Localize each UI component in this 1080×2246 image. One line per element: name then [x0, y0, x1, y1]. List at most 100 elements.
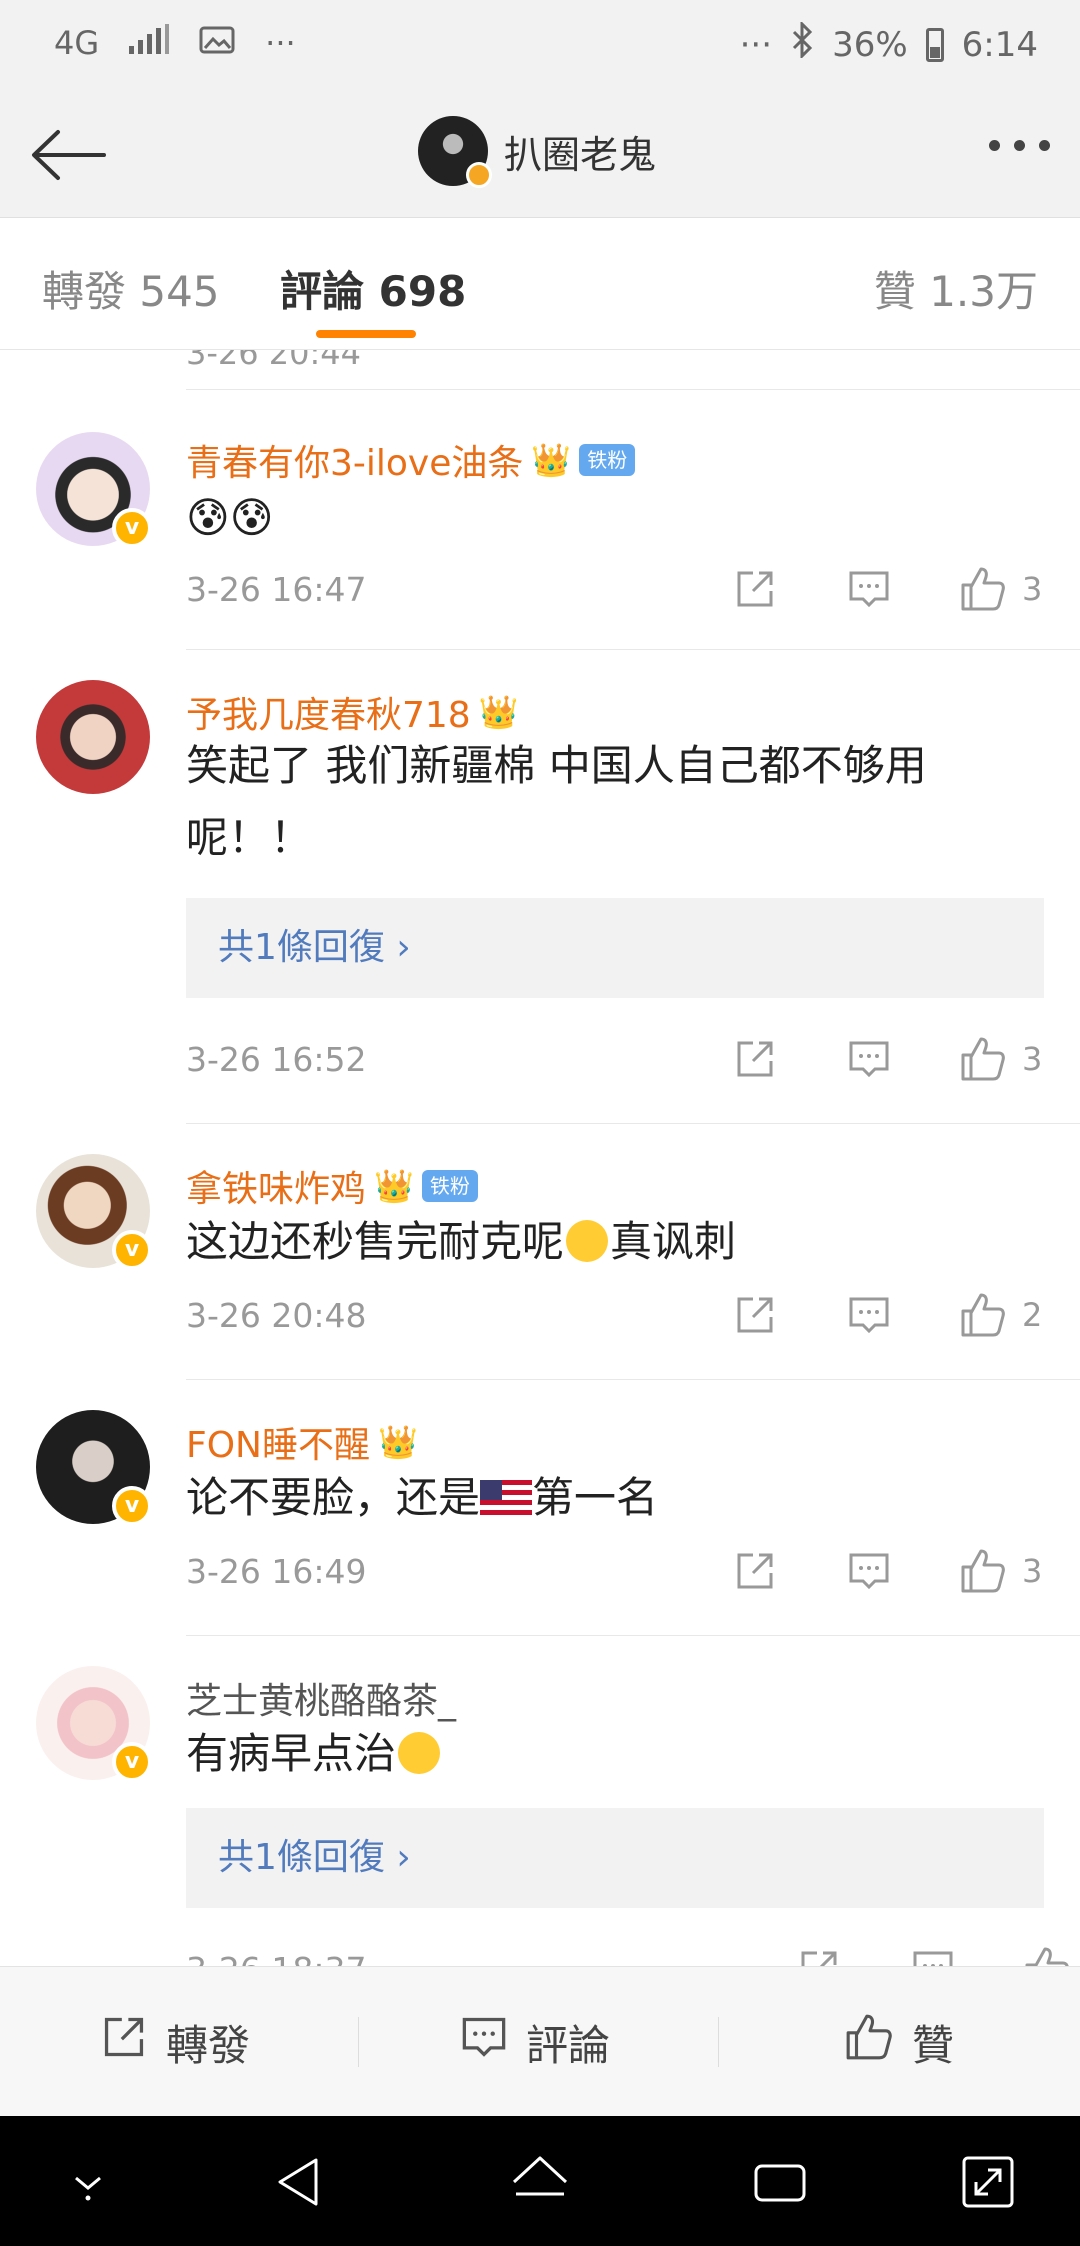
- thinking-emoji-icon: [398, 1732, 441, 1774]
- comment-button[interactable]: 評論: [460, 1967, 610, 2117]
- more-notifications: ···: [265, 24, 296, 62]
- like-icon: [844, 2012, 894, 2072]
- comment-text: 😰😰: [186, 493, 274, 542]
- comment-icon[interactable]: [844, 1546, 894, 1596]
- comment-icon[interactable]: [844, 1034, 894, 1084]
- comment-label: 評論: [526, 2020, 611, 2070]
- like-label: 贊: [912, 2020, 955, 2070]
- like-count: 3: [1022, 570, 1043, 608]
- avatar[interactable]: v: [36, 1410, 152, 1526]
- page-title: 扒圈老鬼: [504, 132, 657, 177]
- fan-badge: 铁粉: [421, 1170, 478, 1202]
- navigation-bar: 扒圈老鬼: [0, 92, 1080, 218]
- comment-actions: [730, 1944, 1072, 1966]
- battery-icon: [925, 27, 944, 62]
- like-icon[interactable]: [1022, 1944, 1072, 1966]
- avatar[interactable]: [36, 680, 150, 794]
- verified-badge-icon: v: [112, 1486, 152, 1526]
- comment-actions: 3: [666, 1546, 1042, 1596]
- share-icon: [100, 2013, 148, 2071]
- like-button[interactable]: 贊: [844, 1967, 954, 2117]
- clock: 6:14: [961, 24, 1038, 65]
- comment-text: 论不要脸，还是 第一名: [186, 1473, 659, 1522]
- comment-username[interactable]: FON睡不醒 👑: [186, 1416, 418, 1468]
- expand-icon[interactable]: [958, 2152, 1018, 2212]
- avatar[interactable]: v: [36, 1154, 152, 1270]
- verified-badge-icon: v: [112, 1742, 152, 1782]
- share-icon[interactable]: [730, 1546, 780, 1596]
- comment-date: 3-26 20:48: [186, 1296, 367, 1335]
- status-bar: 4G ··· ··· 36% 6:14: [0, 0, 1080, 92]
- comment-item: v 拿铁味炸鸡 👑 铁粉 这边还秒售完耐克呢 真讽刺 3-26 20:48 2: [0, 1124, 1080, 1380]
- comment-feed[interactable]: 3-26 20:44 v 青春有你3-ilove油条 👑 铁粉 😰😰 3-26 …: [0, 350, 1080, 1966]
- like-icon[interactable]: [958, 1546, 1008, 1596]
- comment-icon[interactable]: [908, 1944, 958, 1966]
- home-icon[interactable]: [510, 2152, 570, 2212]
- like-count: 2: [1022, 1296, 1043, 1334]
- us-flag-icon: [480, 1480, 533, 1516]
- tab-reposts[interactable]: 轉發 545: [42, 258, 220, 319]
- more-options-icon[interactable]: [989, 140, 1050, 151]
- more-status: ···: [739, 24, 773, 65]
- crown-icon: 👑: [374, 1167, 414, 1205]
- tab-likes[interactable]: 贊 1.3万: [874, 258, 1038, 319]
- like-icon[interactable]: [958, 564, 1008, 614]
- like-count: 3: [1022, 1552, 1043, 1590]
- like-icon[interactable]: [958, 1290, 1008, 1340]
- crown-icon: 👑: [478, 693, 519, 731]
- like-count: 3: [1022, 1040, 1043, 1078]
- comment-text: 笑起了 我们新疆棉 中国人自己都不够用呢！！: [186, 741, 927, 862]
- active-tab-indicator: [316, 330, 416, 338]
- share-icon[interactable]: [794, 1944, 844, 1966]
- view-replies-link[interactable]: 共1條回復 ›: [186, 898, 1044, 998]
- avatar[interactable]: v: [36, 432, 152, 548]
- share-icon[interactable]: [730, 564, 780, 614]
- previous-comment-footer: 3-26 20:44: [186, 350, 1080, 390]
- back-arrow-icon[interactable]: [28, 120, 108, 190]
- comment-actions: 3: [666, 1034, 1042, 1084]
- comment-item: v 芝士黄桃酪酪茶_ 有病早点治 共1條回復 › 3-26 18:37: [0, 1636, 1080, 1966]
- crown-icon: 👑: [377, 1423, 418, 1461]
- verified-badge-icon: v: [112, 508, 152, 548]
- comment-icon: [460, 2013, 508, 2071]
- battery-percent: 36%: [832, 24, 908, 65]
- system-navigation-bar: [0, 2116, 1080, 2246]
- like-icon[interactable]: [958, 1034, 1008, 1084]
- comment-item: v FON睡不醒 👑 论不要脸，还是 第一名 3-26 16:49 3: [0, 1380, 1080, 1636]
- comment-icon[interactable]: [844, 564, 894, 614]
- network-indicator: 4G: [54, 24, 100, 62]
- comment-actions: 2: [666, 1290, 1042, 1340]
- comment-username[interactable]: 青春有你3-ilove油条 👑 铁粉: [186, 434, 636, 486]
- comment-item: 予我几度春秋718 👑 笑起了 我们新疆棉 中国人自己都不够用呢！！ 共1條回復…: [0, 650, 1080, 1124]
- verified-badge-icon: [466, 162, 492, 188]
- comment-date: 3-26 16:52: [186, 1040, 367, 1079]
- share-icon[interactable]: [730, 1290, 780, 1340]
- comment-date: 3-26 18:37: [186, 1950, 367, 1966]
- author-avatar[interactable]: [418, 116, 492, 188]
- hide-keyboard-icon[interactable]: [58, 2152, 118, 2212]
- recent-apps-icon[interactable]: [750, 2152, 810, 2212]
- comment-username[interactable]: 拿铁味炸鸡 👑 铁粉: [186, 1160, 478, 1212]
- share-icon[interactable]: [730, 1034, 780, 1084]
- bottom-action-bar: 轉發 評論 贊: [0, 1966, 1080, 2116]
- bluetooth-icon: [790, 20, 814, 67]
- avatar[interactable]: v: [36, 1666, 152, 1782]
- comment-text: 这边还秒售完耐克呢 真讽刺: [186, 1217, 737, 1266]
- image-icon: [199, 24, 235, 62]
- comment-actions: 3: [666, 564, 1042, 614]
- comment-item: v 青春有你3-ilove油条 👑 铁粉 😰😰 3-26 16:47 3: [0, 392, 1080, 650]
- comment-icon[interactable]: [844, 1290, 894, 1340]
- signal-icon: [129, 24, 170, 62]
- tab-bar: 轉發 545 評論 698 贊 1.3万: [0, 218, 1080, 350]
- smile-emoji-icon: [566, 1220, 609, 1262]
- fan-badge: 铁粉: [579, 444, 636, 476]
- comment-username[interactable]: 芝士黄桃酪酪茶_: [186, 1672, 456, 1724]
- back-icon[interactable]: [270, 2152, 330, 2212]
- comment-text: 有病早点治: [186, 1718, 1046, 1790]
- repost-button[interactable]: 轉發: [100, 1967, 250, 2117]
- view-replies-link[interactable]: 共1條回復 ›: [186, 1808, 1044, 1908]
- verified-badge-icon: v: [112, 1230, 152, 1270]
- comment-date: 3-26 16:49: [186, 1552, 367, 1591]
- repost-label: 轉發: [166, 2020, 251, 2070]
- tab-comments[interactable]: 評論 698: [280, 258, 466, 319]
